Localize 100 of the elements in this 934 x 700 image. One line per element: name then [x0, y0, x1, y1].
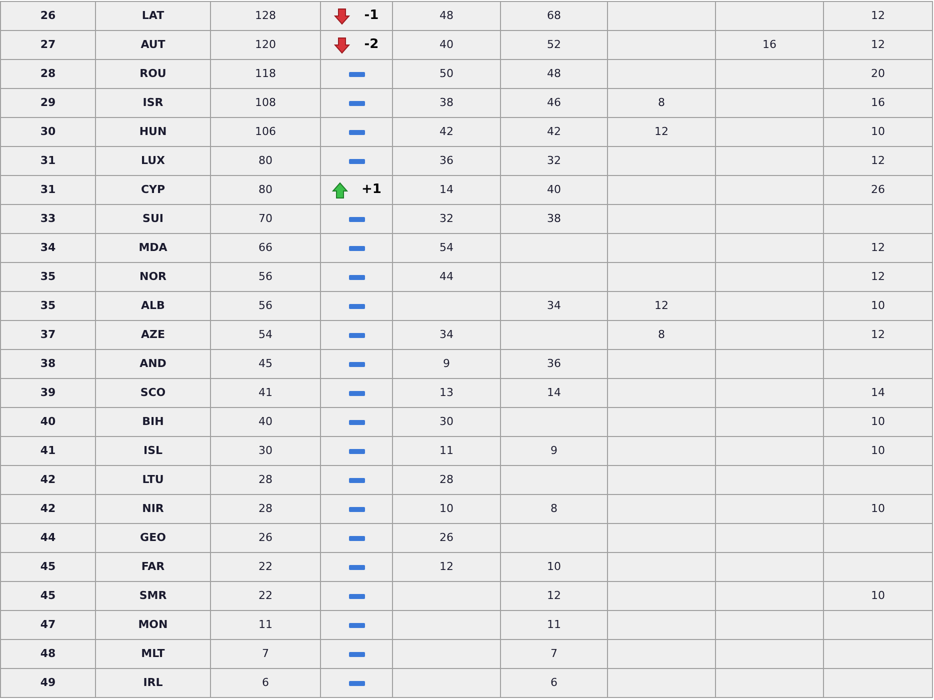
team-code: AZE: [140, 328, 165, 341]
change-text: -1: [364, 7, 379, 26]
team-code: ISL: [143, 444, 163, 457]
score-text: 14: [871, 386, 885, 399]
team-code: SUI: [142, 212, 164, 225]
score-text: 12: [871, 154, 885, 167]
score-text: 54: [440, 240, 454, 254]
team-code: SCO: [140, 386, 166, 399]
team-code: BIH: [142, 414, 164, 428]
points-text: 108: [255, 96, 276, 109]
score-text: 32: [440, 212, 454, 225]
points-text: 22: [258, 560, 272, 573]
rank-text: 45: [40, 560, 56, 573]
score-text: 50: [440, 66, 454, 80]
score-text: 14: [547, 386, 561, 399]
score-text: 11: [440, 444, 454, 457]
score-text: 9: [550, 444, 558, 457]
score-text: 8: [550, 502, 558, 515]
rank-text: 37: [40, 328, 56, 341]
rank-text: 31: [40, 182, 56, 196]
team-code: MDA: [138, 240, 168, 254]
points-text: 22: [258, 588, 272, 602]
score-text: 8: [658, 328, 665, 341]
team-code: AUT: [140, 38, 166, 51]
points-text: 106: [255, 124, 276, 138]
score-text: 10: [871, 414, 885, 428]
rank-text: 35: [40, 298, 56, 312]
score-text: 12: [871, 38, 885, 51]
rank-text: 44: [40, 530, 56, 544]
score-text: 10: [871, 124, 885, 138]
score-text: 68: [547, 8, 561, 22]
points-text: 80: [258, 182, 272, 196]
score-text: 48: [440, 8, 454, 22]
score-text: 12: [547, 588, 561, 602]
points-text: 128: [255, 8, 276, 22]
points-text: 56: [258, 270, 272, 283]
score-text: 20: [871, 66, 885, 80]
rank-text: 33: [40, 212, 56, 225]
score-text: 36: [440, 154, 454, 167]
team-code: MLT: [141, 646, 165, 660]
change-text: -2: [364, 36, 379, 54]
score-text: 12: [440, 560, 454, 573]
rank-text: 49: [40, 676, 56, 689]
rank-text: 34: [40, 240, 56, 254]
points-text: 120: [255, 38, 276, 51]
rank-text: 27: [40, 38, 56, 51]
score-text: 14: [440, 182, 454, 196]
points-text: 66: [258, 240, 272, 254]
score-text: 10: [547, 560, 561, 573]
score-text: 42: [547, 124, 561, 138]
score-text: 16: [762, 38, 776, 51]
team-code: CYP: [140, 182, 166, 196]
rank-text: 39: [40, 386, 56, 399]
score-text: 7: [550, 646, 558, 660]
rank-text: 38: [40, 356, 56, 370]
rank-text: 40: [40, 414, 56, 428]
points-text: 28: [258, 502, 272, 515]
score-text: 34: [547, 298, 561, 312]
rank-text: 47: [40, 618, 56, 631]
score-text: 12: [871, 328, 885, 341]
score-text: 11: [547, 618, 561, 631]
rank-text: 29: [40, 96, 56, 109]
team-code: HUN: [139, 124, 167, 138]
score-text: 44: [440, 270, 454, 283]
points-text: 40: [258, 414, 272, 428]
team-code: LAT: [142, 8, 164, 22]
score-text: 12: [654, 298, 668, 312]
team-code: LUX: [140, 154, 166, 167]
score-text: 8: [658, 96, 665, 109]
points-text: 54: [258, 328, 272, 341]
score-text: 9: [443, 356, 450, 370]
score-text: 10: [871, 298, 885, 312]
rank-text: 31: [40, 154, 56, 167]
score-text: 52: [547, 38, 561, 51]
score-text: 40: [440, 38, 454, 51]
score-text: 32: [547, 154, 561, 167]
score-text: 28: [440, 472, 454, 486]
score-text: 40: [547, 182, 561, 196]
points-text: 30: [258, 444, 272, 457]
rank-text: 35: [40, 270, 56, 283]
score-text: 46: [547, 96, 561, 109]
rank-text: 28: [40, 66, 56, 80]
score-text: 48: [547, 66, 561, 80]
team-code: ALB: [141, 298, 165, 312]
points-text: 28: [258, 472, 272, 486]
points-text: 45: [258, 356, 272, 370]
points-text: 118: [255, 66, 276, 80]
score-text: 38: [547, 212, 561, 225]
points-text: 41: [258, 386, 272, 399]
points-text: 6: [262, 676, 269, 689]
team-code: FAR: [141, 560, 165, 573]
team-code: MON: [138, 618, 168, 631]
score-text: 30: [440, 414, 454, 428]
rank-text: 48: [40, 646, 56, 660]
rank-text: 42: [40, 502, 56, 515]
points-text: 26: [258, 530, 272, 544]
rank-text: 30: [40, 124, 56, 138]
score-text: 13: [440, 386, 454, 399]
rank-text: 41: [40, 444, 56, 457]
team-code: ROU: [140, 66, 166, 80]
